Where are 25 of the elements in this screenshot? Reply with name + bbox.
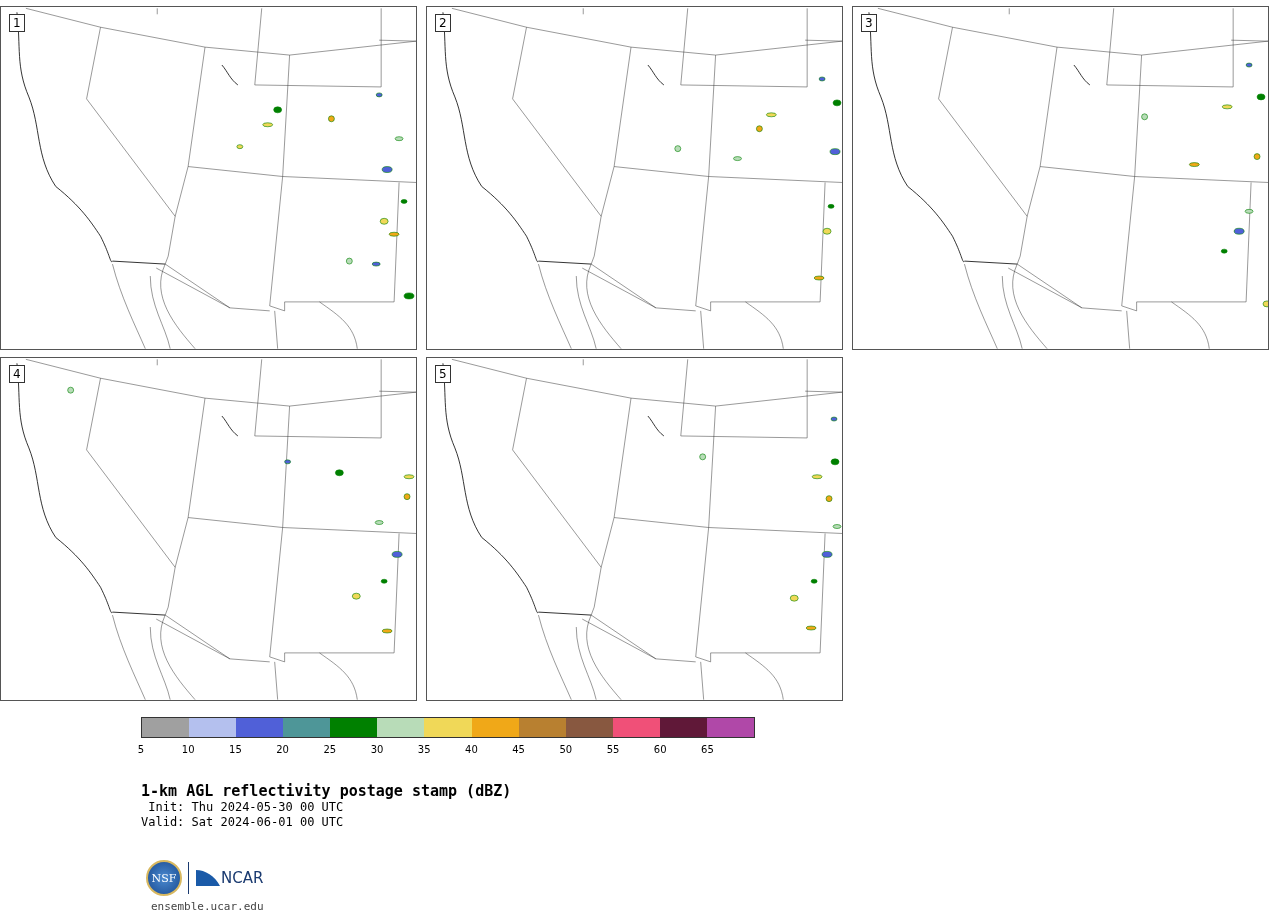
tick-label: 60	[653, 744, 667, 755]
tick-label: 25	[323, 744, 337, 755]
init-time: Init: Thu 2024-05-30 00 UTC	[147, 800, 344, 815]
wave-logo-icon	[195, 868, 221, 888]
tick-label: 45	[512, 744, 525, 755]
nsf-logo: NSF	[146, 860, 182, 896]
tick-label: 35	[417, 744, 431, 755]
panel-number: 5	[435, 365, 451, 383]
tick-label: 20	[276, 744, 289, 755]
tick-label: 30	[370, 744, 384, 755]
tick-label: 55	[606, 744, 620, 755]
tick-label: 65	[701, 744, 714, 755]
panel-number: 4	[9, 365, 25, 383]
website-url: ensemble.ucar.edu	[151, 900, 264, 913]
tick-label: 5	[137, 744, 145, 755]
panel-number: 2	[435, 14, 451, 32]
tick-label: 50	[559, 744, 573, 755]
tick-label: 10	[181, 744, 195, 755]
tick-label: 15	[229, 744, 242, 755]
tick-label: 40	[465, 744, 478, 755]
valid-time: Valid: Sat 2024-06-01 00 UTC	[141, 815, 344, 830]
panel-number: 1	[9, 14, 25, 32]
chart-title: 1-km AGL reflectivity postage stamp (dBZ)	[141, 782, 512, 800]
ncar-logo: NCAR	[221, 869, 264, 887]
panel-number: 3	[861, 14, 877, 32]
